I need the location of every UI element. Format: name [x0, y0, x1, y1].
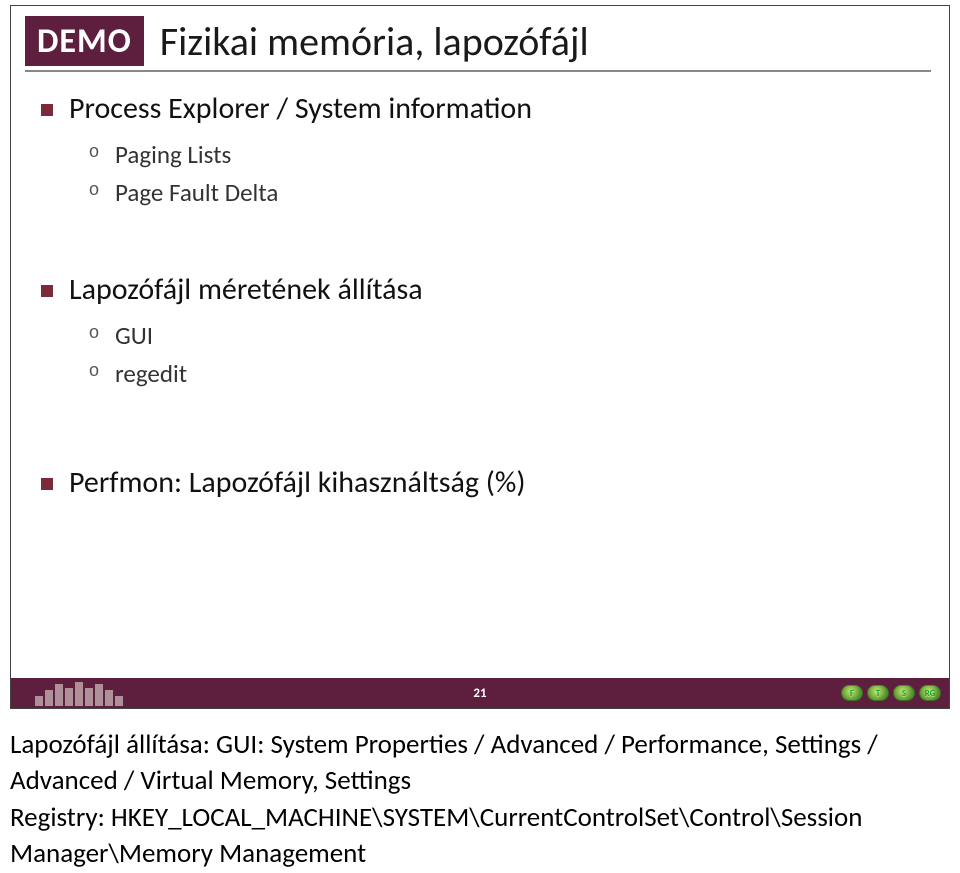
bullet-item: Process Explorer / System information oP… — [69, 90, 909, 213]
footer-badges: F T S RG — [841, 685, 941, 701]
bullet-text: Lapozófájl méretének állítása — [69, 271, 909, 309]
square-bullet-icon — [41, 104, 53, 116]
sub-text: Paging Lists — [115, 139, 231, 170]
sub-text: Page Fault Delta — [115, 177, 278, 208]
slide-header: DEMO Fizikai memória, lapozófájl — [11, 6, 949, 66]
sub-text: regedit — [115, 358, 187, 389]
circle-bullet-icon: o — [89, 357, 99, 385]
bullet-text: Perfmon: Lapozófájl kihasználtság (%) — [69, 464, 909, 502]
sub-item: oPage Fault Delta — [115, 174, 909, 213]
square-bullet-icon — [41, 478, 53, 490]
bullet-text: Process Explorer / System information — [69, 90, 909, 128]
badge-label: T — [876, 688, 880, 699]
page-number: 21 — [473, 686, 486, 701]
badge-chip: F — [841, 685, 863, 701]
demo-badge: DEMO — [25, 16, 144, 66]
slide-footer: 21 F T S RG — [11, 678, 949, 708]
circle-bullet-icon: o — [89, 176, 99, 204]
slide: DEMO Fizikai memória, lapozófájl Process… — [10, 5, 950, 709]
bullet-list: Process Explorer / System information oP… — [11, 72, 949, 502]
building-icon — [19, 680, 139, 706]
badge-label: F — [850, 688, 854, 699]
circle-bullet-icon: o — [89, 319, 99, 347]
slide-title: Fizikai memória, lapozófájl — [160, 17, 589, 66]
sub-item: oPaging Lists — [115, 136, 909, 175]
badge-chip: T — [867, 685, 889, 701]
sub-item: oGUI — [115, 317, 909, 356]
badge-chip: RG — [919, 685, 941, 701]
sub-item: oregedit — [115, 355, 909, 394]
badge-label: S — [902, 688, 906, 699]
speaker-notes: Lapozófájl állítása: GUI: System Propert… — [0, 709, 960, 873]
sub-list: oGUI oregedit — [69, 309, 909, 395]
square-bullet-icon — [41, 285, 53, 297]
notes-line: Registry: HKEY_LOCAL_MACHINE\SYSTEM\Curr… — [10, 800, 950, 873]
badge-chip: S — [893, 685, 915, 701]
university-logo — [19, 680, 139, 706]
circle-bullet-icon: o — [89, 138, 99, 166]
bullet-item: Perfmon: Lapozófájl kihasználtság (%) — [69, 464, 909, 502]
notes-line: Lapozófájl állítása: GUI: System Propert… — [10, 727, 950, 800]
sub-text: GUI — [115, 320, 153, 351]
badge-label: RG — [925, 688, 936, 699]
bullet-item: Lapozófájl méretének állítása oGUI orege… — [69, 271, 909, 394]
sub-list: oPaging Lists oPage Fault Delta — [69, 128, 909, 214]
